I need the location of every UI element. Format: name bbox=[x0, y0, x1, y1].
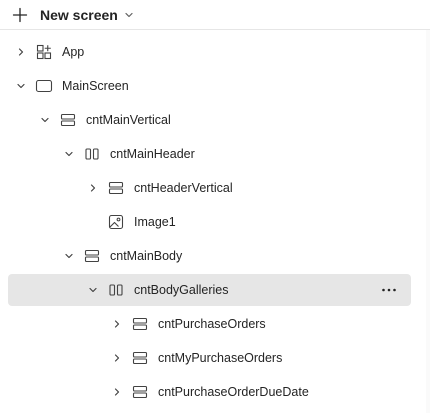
tree-toolbar: New screen bbox=[0, 0, 430, 30]
tree-item-mainscreen[interactable]: MainScreen bbox=[8, 70, 411, 102]
horizontal-container-icon bbox=[83, 145, 101, 163]
horizontal-container-icon bbox=[107, 281, 125, 299]
tree-item-cntheadervertical[interactable]: cntHeaderVertical bbox=[8, 172, 411, 204]
tree-item-cntmainbody[interactable]: cntMainBody bbox=[8, 240, 411, 272]
tree-item-label: cntPurchaseOrderDueDate bbox=[158, 385, 309, 399]
tree-item-cntmainheader[interactable]: cntMainHeader bbox=[8, 138, 411, 170]
tree-item-label: cntBodyGalleries bbox=[134, 283, 229, 297]
tree-item-cntpurchaseorders[interactable]: cntPurchaseOrders bbox=[8, 308, 411, 340]
chevron-down-icon bbox=[124, 9, 136, 21]
tree-item-cntmypurchaseorders[interactable]: cntMyPurchaseOrders bbox=[8, 342, 411, 374]
chevron-down-icon[interactable] bbox=[62, 147, 76, 161]
tree-item-cntbodygalleries[interactable]: cntBodyGalleries bbox=[8, 274, 411, 306]
tree-item-label: App bbox=[62, 45, 85, 59]
screen-icon bbox=[35, 77, 53, 95]
chevron-down-icon[interactable] bbox=[38, 113, 52, 127]
plus-icon bbox=[10, 5, 30, 25]
chevron-down-icon[interactable] bbox=[14, 79, 28, 93]
tree-item-label: cntMainVertical bbox=[86, 113, 171, 127]
new-screen-button[interactable]: New screen bbox=[10, 0, 136, 29]
image-icon bbox=[107, 213, 125, 231]
vertical-container-icon bbox=[131, 349, 149, 367]
tree-item-label: cntMainBody bbox=[110, 249, 183, 263]
chevron-right-icon[interactable] bbox=[110, 351, 124, 365]
chevron-right-icon[interactable] bbox=[86, 181, 100, 195]
chevron-right-icon[interactable] bbox=[110, 317, 124, 331]
vertical-container-icon bbox=[107, 179, 125, 197]
chevron-down-icon[interactable] bbox=[86, 283, 100, 297]
vertical-container-icon bbox=[131, 383, 149, 401]
tree-item-label: cntMainHeader bbox=[110, 147, 195, 161]
more-options-icon[interactable] bbox=[379, 274, 399, 306]
tree-item-label: cntPurchaseOrders bbox=[158, 317, 266, 331]
tree-item-image1[interactable]: Image1 bbox=[8, 206, 411, 238]
vertical-container-icon bbox=[59, 111, 77, 129]
chevron-right-icon[interactable] bbox=[14, 45, 28, 59]
app-icon bbox=[35, 43, 53, 61]
tree-item-app[interactable]: App bbox=[8, 36, 411, 68]
tree-item-label: MainScreen bbox=[62, 79, 129, 93]
new-screen-label: New screen bbox=[40, 6, 118, 23]
chevron-right-icon[interactable] bbox=[110, 385, 124, 399]
tree-item-label: cntHeaderVertical bbox=[134, 181, 233, 195]
tree-item-label: Image1 bbox=[134, 215, 176, 229]
tree-view: App MainScreen cntMainVertical cntMainHe… bbox=[0, 30, 430, 413]
tree-item-cntpurchaseorderduedate[interactable]: cntPurchaseOrderDueDate bbox=[8, 376, 411, 408]
tree-scrollbar[interactable] bbox=[426, 30, 430, 413]
vertical-container-icon bbox=[131, 315, 149, 333]
tree-item-label: cntMyPurchaseOrders bbox=[158, 351, 283, 365]
chevron-down-icon[interactable] bbox=[62, 249, 76, 263]
tree-item-cntmainvertical[interactable]: cntMainVertical bbox=[8, 104, 411, 136]
vertical-container-icon bbox=[83, 247, 101, 265]
